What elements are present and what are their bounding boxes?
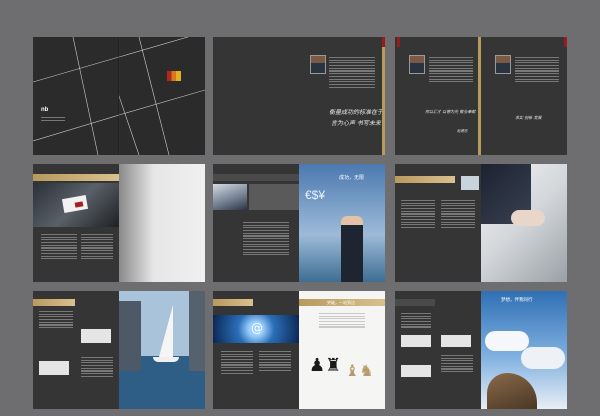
brochure-spread-cover: nb <box>33 37 205 155</box>
chess-left-page: @ <box>213 291 299 409</box>
chess-pieces-icon: ♟♜ <box>309 355 342 376</box>
bookmark-tab <box>382 37 385 47</box>
cloud-shape-2 <box>521 347 565 369</box>
signature-text-left: 何以汇才 以德为先 敬业奉献 <box>425 109 476 114</box>
clouds-left-page <box>395 291 481 409</box>
table-thumbnail-2 <box>39 361 69 375</box>
section-title-bar <box>33 174 119 181</box>
bookmark-tab <box>397 37 400 47</box>
brochure-spread-message: 衡量成功的标准在于坚持 言为心声 书写未来 <box>213 37 385 155</box>
message2-left-page: 何以汇才 以德为先 敬业奉献 赵德志 <box>395 37 481 155</box>
card-right-page <box>119 164 205 282</box>
headline-text: 突破，一站到达 <box>327 300 355 305</box>
handshake-right-page <box>481 164 567 282</box>
grey-panel <box>249 184 299 210</box>
signature-text-line2: 言为心声 书写未来 <box>331 120 381 127</box>
message2-right-page: 求实 创新 发展 <box>481 37 567 155</box>
brochure-spread-clouds: 梦想，伴我同行 <box>395 291 567 409</box>
sailboat-right-page <box>119 291 205 409</box>
brochure-spread-handshake <box>395 164 567 282</box>
rock-shape <box>487 373 537 409</box>
headline-text: 梦想，伴我同行 <box>501 298 533 303</box>
hand-card-photo <box>33 183 119 227</box>
chess-right-page: 突破，一站到达 ♟♜ ♝♞ <box>299 291 385 409</box>
signature-name: 赵德志 <box>457 129 468 133</box>
gold-edge <box>478 37 481 155</box>
signature-text: 衡量成功的标准在于坚持 <box>329 109 385 116</box>
handshake-icon <box>511 210 545 226</box>
businessman-figure <box>341 216 363 282</box>
boat-hull <box>153 357 179 362</box>
handshake-left-page <box>395 164 481 282</box>
section-title-bar <box>213 174 299 181</box>
binocular-left-page <box>213 164 299 282</box>
currency-symbols: €$¥ <box>305 188 326 202</box>
message-left-page <box>213 37 299 155</box>
small-photo <box>461 176 479 190</box>
section-title-bar <box>213 299 253 306</box>
portrait-photo <box>310 55 326 74</box>
clouds-right-page: 梦想，伴我同行 <box>481 291 567 409</box>
brochure-spread-card <box>33 164 205 282</box>
headline-text: 成功，无限 <box>339 175 365 181</box>
skyscraper-shapes-right <box>189 291 205 371</box>
chess-pieces-icon-2: ♝♞ <box>345 361 374 380</box>
table-thumbnail <box>401 335 431 347</box>
message-right-page: 衡量成功的标准在于坚持 言为心声 书写未来 <box>299 37 385 155</box>
mosaic-logo-icon <box>167 71 181 81</box>
logo-icon: nb <box>41 107 49 113</box>
brochure-spread-chess: @ 突破，一站到达 ♟♜ ♝♞ <box>213 291 385 409</box>
section-title-bar <box>395 299 435 306</box>
portrait-photo-right <box>495 55 511 74</box>
section-title-bar-right: 突破，一站到达 <box>299 299 385 306</box>
brochure-spread-message-two: 何以汇才 以德为先 敬业奉献 赵德志 求实 创新 发展 <box>395 37 567 155</box>
skyscraper-shapes <box>119 301 141 371</box>
section-title-bar <box>395 176 455 183</box>
signature-text-right: 求实 创新 发展 <box>515 115 542 120</box>
cloud-shape <box>485 331 529 351</box>
table-thumbnail <box>81 329 111 343</box>
binocular-right-page: 成功，无限 €$¥ <box>299 164 385 282</box>
brochure-spread-sailboat <box>33 291 205 409</box>
portrait-photo-left <box>409 55 425 74</box>
table-thumbnail-2 <box>441 335 471 347</box>
city-building-photo <box>213 184 247 210</box>
table-thumbnail-3 <box>401 365 431 377</box>
front-cover-page <box>119 37 205 155</box>
sailboat-left-page <box>33 291 119 409</box>
brochure-spread-binocular: 成功，无限 €$¥ <box>213 164 385 282</box>
card-left-page <box>33 164 119 282</box>
bookmark-tab-right <box>564 37 567 47</box>
at-sign-icon: @ <box>251 321 263 335</box>
spine <box>118 37 120 155</box>
globe-hands-photo: @ <box>213 315 299 343</box>
sail-icon <box>159 305 173 357</box>
gold-edge <box>382 37 385 155</box>
section-title-bar <box>33 299 75 306</box>
back-cover-page: nb <box>33 37 119 155</box>
